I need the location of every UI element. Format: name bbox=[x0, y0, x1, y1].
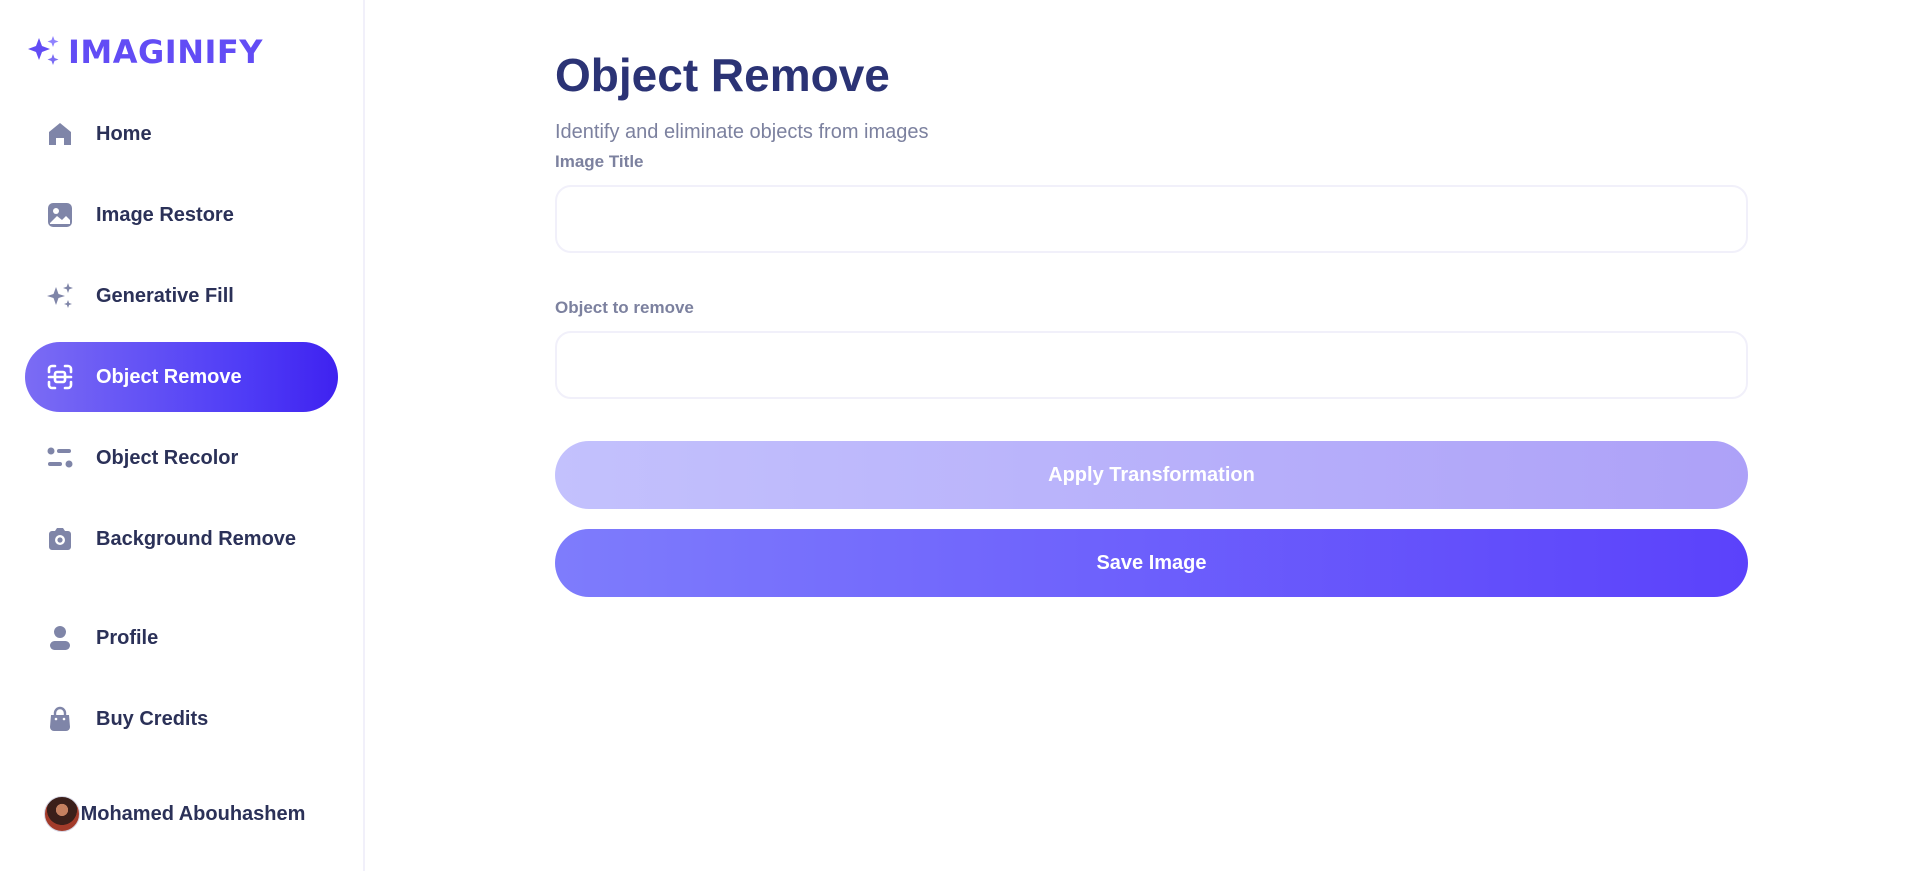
sidebar-item-label: Home bbox=[96, 122, 152, 145]
sidebar-item-object-recolor[interactable]: Object Recolor bbox=[25, 423, 338, 493]
image-title-input[interactable] bbox=[555, 185, 1748, 253]
image-title-label: Image Title bbox=[555, 152, 644, 171]
sidebar: IMAGINIFY Home Image Restore Generative … bbox=[0, 0, 365, 871]
home-icon bbox=[45, 119, 75, 149]
camera-icon bbox=[45, 524, 75, 554]
page-title: Object Remove bbox=[555, 49, 890, 101]
save-image-button[interactable]: Save Image bbox=[555, 529, 1748, 597]
sidebar-item-image-restore[interactable]: Image Restore bbox=[25, 180, 338, 250]
sidebar-item-object-remove[interactable]: Object Remove bbox=[25, 342, 338, 412]
sidebar-item-label: Generative Fill bbox=[96, 284, 234, 307]
sidebar-item-label: Profile bbox=[96, 626, 159, 649]
bag-icon bbox=[45, 704, 75, 734]
object-to-remove-input[interactable] bbox=[555, 331, 1748, 399]
sidebar-item-background-remove[interactable]: Background Remove bbox=[25, 504, 338, 574]
sidebar-item-home[interactable]: Home bbox=[25, 99, 338, 169]
apply-transformation-button[interactable]: Apply Transformation bbox=[555, 441, 1748, 509]
filter-icon bbox=[45, 443, 75, 473]
object-to-remove-label: Object to remove bbox=[555, 298, 694, 317]
sidebar-item-label: Object Recolor bbox=[96, 446, 239, 469]
sidebar-item-label: Buy Credits bbox=[96, 707, 209, 730]
sidebar-item-generative-fill[interactable]: Generative Fill bbox=[25, 261, 338, 331]
logo-sparkles-icon bbox=[26, 32, 62, 73]
sidebar-item-label: Image Restore bbox=[96, 203, 234, 226]
sidebar-item-buy-credits[interactable]: Buy Credits bbox=[25, 684, 338, 754]
page-subtitle: Identify and eliminate objects from imag… bbox=[555, 121, 929, 143]
user-name: Mohamed Abouhashem bbox=[80, 802, 306, 825]
app-logo[interactable]: IMAGINIFY bbox=[26, 32, 263, 72]
user-icon bbox=[45, 623, 75, 653]
sidebar-item-label: Object Remove bbox=[96, 365, 242, 388]
user-profile[interactable]: Mohamed Abouhashem bbox=[44, 784, 314, 844]
scan-icon bbox=[45, 362, 75, 392]
avatar[interactable] bbox=[44, 796, 80, 832]
sidebar-item-label: Background Remove bbox=[96, 527, 297, 550]
image-icon bbox=[45, 200, 75, 230]
sparkles-icon bbox=[45, 281, 75, 311]
sidebar-item-profile[interactable]: Profile bbox=[25, 603, 338, 673]
logo-text: IMAGINIFY bbox=[68, 33, 263, 71]
